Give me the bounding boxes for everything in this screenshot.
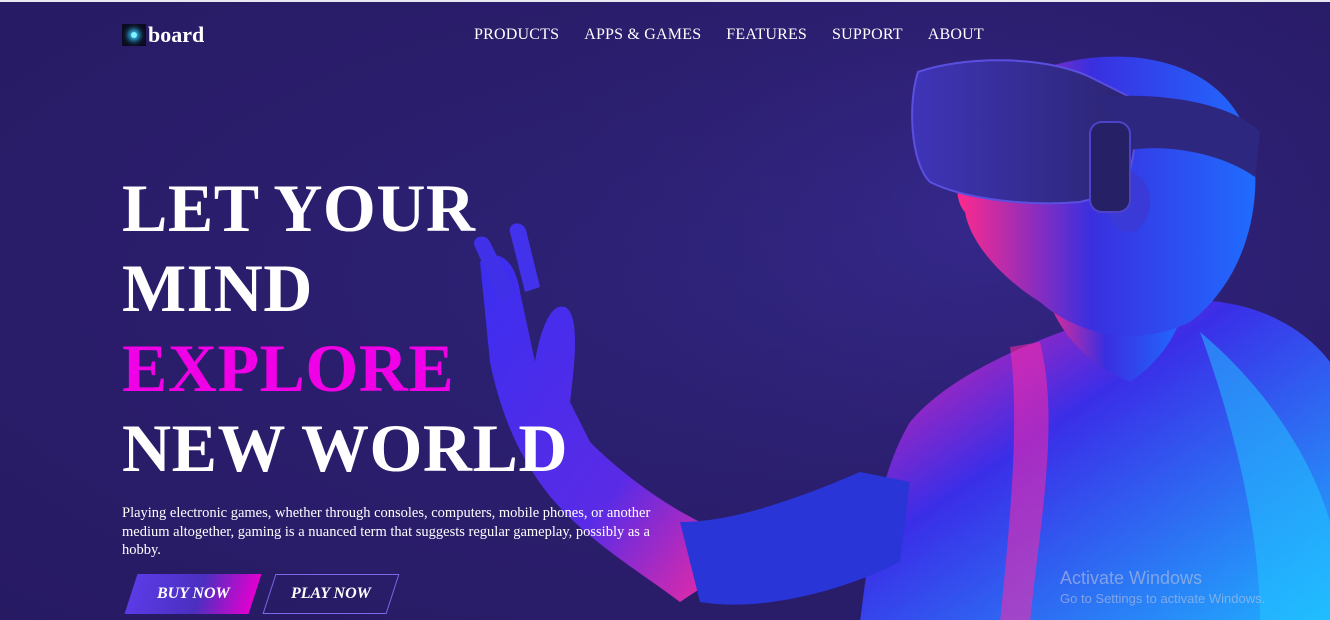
watermark-subtitle: Go to Settings to activate Windows. [1060,591,1266,606]
headline-line-4: NEW WORLD [122,410,568,486]
nav-support[interactable]: SUPPORT [832,26,903,44]
headline-line-2: MIND [122,250,313,326]
main-nav: PRODUCTS APPS & GAMES FEATURES SUPPORT A… [474,26,984,44]
watermark-title: Activate Windows [1060,568,1203,588]
nav-features[interactable]: FEATURES [726,26,807,44]
buy-now-button[interactable]: BUY NOW [124,574,262,614]
headline-line-1: LET YOUR [122,170,476,246]
nav-about[interactable]: ABOUT [928,26,984,44]
nav-products[interactable]: PRODUCTS [474,26,559,44]
hero-headline: LET YOUR MIND EXPLORE NEW WORLD [122,168,568,488]
brand-name: board [148,22,205,47]
play-now-label: PLAY NOW [291,585,371,602]
brand-logo[interactable]: board [122,22,204,48]
activate-windows-watermark: Activate Windows Go to Settings to activ… [1060,568,1265,606]
hero-description: Playing electronic games, whether throug… [122,505,651,558]
nav-apps-games[interactable]: APPS & GAMES [584,26,701,44]
glowing-star-icon [122,24,146,46]
buy-now-label: BUY NOW [156,585,230,602]
play-now-button[interactable]: PLAY NOW [262,574,400,614]
landing-page: board PRODUCTS APPS & GAMES FEATURES SUP… [0,0,1330,620]
headline-line-3-accent: EXPLORE [122,330,455,406]
